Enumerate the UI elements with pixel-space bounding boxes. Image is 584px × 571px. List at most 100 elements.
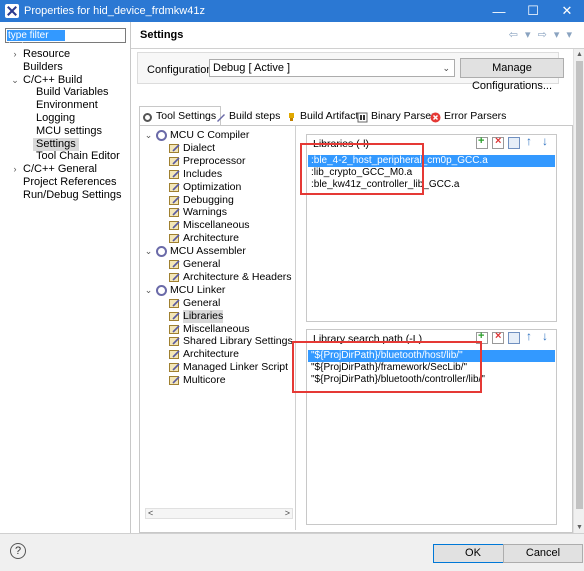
- vertical-scrollbar[interactable]: ▲ ▼: [573, 49, 584, 533]
- tool-item-debugging[interactable]: Debugging: [169, 193, 234, 207]
- tool-item-mcu-assembler[interactable]: ⌄ MCU Assembler: [145, 245, 246, 258]
- filter-input[interactable]: [6, 29, 125, 42]
- nav-item-resource[interactable]: › Resource: [14, 48, 71, 61]
- list-item[interactable]: :lib_crypto_GCC_M0.a: [308, 167, 555, 179]
- tool-option-icon: [169, 233, 181, 244]
- minimize-button[interactable]: —: [482, 0, 516, 22]
- tab-error-parsers[interactable]: Error Parsers: [428, 107, 506, 125]
- edit-icon[interactable]: [508, 332, 520, 344]
- tool-item-managed-linker-script[interactable]: Managed Linker Script: [169, 361, 288, 374]
- libraries-title: Libraries (-l): [313, 138, 370, 150]
- tool-item-label: Preprocessor: [183, 154, 246, 167]
- nav-item-mcu-settings[interactable]: MCU settings: [36, 125, 102, 138]
- tool-item-mcu-c-compiler[interactable]: ⌄ MCU C Compiler: [145, 129, 249, 142]
- tool-item-label: General: [183, 296, 221, 309]
- add-icon[interactable]: [476, 330, 488, 344]
- nav-item-c-c-general[interactable]: › C/C++ General: [14, 163, 97, 176]
- tab-bar: Tool Settings Build steps Build Artifact Bi…: [139, 106, 571, 125]
- chevron-down-icon[interactable]: ⌄: [10, 74, 20, 87]
- edit-icon[interactable]: [508, 137, 520, 149]
- tool-item-multicore[interactable]: Multicore: [169, 374, 226, 387]
- window-title: Properties for hid_device_frdmkw41z: [24, 5, 205, 17]
- help-icon[interactable]: ?: [10, 543, 26, 559]
- tool-item-warnings[interactable]: Warnings: [169, 206, 227, 219]
- chevron-right-icon[interactable]: ›: [10, 48, 20, 61]
- cancel-button[interactable]: Cancel: [503, 544, 583, 563]
- tool-item-miscellaneous[interactable]: Miscellaneous: [169, 219, 250, 232]
- nav-item-project-references[interactable]: Project References: [23, 176, 117, 189]
- configuration-select[interactable]: Debug [ Active ] ⌄: [209, 59, 455, 77]
- scroll-thumb[interactable]: [576, 61, 583, 509]
- tool-item-architecture[interactable]: Architecture: [169, 232, 240, 245]
- nav-item-environment[interactable]: Environment: [36, 99, 98, 112]
- tool-item-general[interactable]: General: [169, 296, 221, 310]
- scroll-up-icon[interactable]: ▲: [575, 51, 584, 58]
- maximize-button[interactable]: ☐: [516, 0, 550, 22]
- scroll-down-icon[interactable]: ▼: [575, 524, 584, 531]
- manage-configurations-button[interactable]: Manage Configurations...: [460, 58, 564, 92]
- tool-item-label: Includes: [183, 167, 223, 180]
- scroll-left-icon[interactable]: <: [148, 508, 153, 518]
- tool-item-includes[interactable]: Includes: [169, 167, 223, 181]
- nav-item-settings[interactable]: Settings: [33, 137, 79, 151]
- nav-item-run-debug-settings[interactable]: Run/Debug Settings: [23, 189, 121, 202]
- nav-item-build-variables[interactable]: Build Variables: [36, 86, 109, 99]
- chevron-down-icon[interactable]: ⌄: [144, 284, 153, 297]
- filter-input-box[interactable]: type filter text: [5, 28, 126, 52]
- ok-button[interactable]: OK: [433, 544, 513, 563]
- tool-item-label: Architecture: [183, 232, 240, 245]
- tool-option-icon: [169, 207, 181, 218]
- move-up-icon[interactable]: [524, 134, 536, 149]
- tab-build-steps[interactable]: Build steps: [213, 107, 280, 125]
- delete-icon[interactable]: [492, 135, 504, 149]
- horizontal-scrollbar[interactable]: < >: [145, 508, 293, 519]
- add-icon[interactable]: [476, 135, 488, 149]
- tool-option-icon: [169, 195, 181, 206]
- tab-label: Error Parsers: [444, 110, 507, 122]
- tool-item-shared-library-settings[interactable]: Shared Library Settings: [169, 335, 293, 348]
- move-down-icon[interactable]: [540, 329, 552, 344]
- history-nav-icons[interactable]: ⇦ ▾ ⇨ ▾ ▾: [509, 28, 574, 41]
- chevron-right-icon[interactable]: ›: [10, 163, 20, 176]
- nav-item-c-c-build[interactable]: ⌄ C/C++ Build: [11, 74, 82, 87]
- tool-item-optimization[interactable]: Optimization: [169, 181, 241, 194]
- left-nav-pane: type filter text › Resource Builders ⌄ C/C++…: [0, 22, 131, 533]
- chevron-down-icon[interactable]: ⌄: [144, 129, 153, 142]
- chevron-down-icon[interactable]: ⌄: [144, 245, 153, 258]
- tool-item-label: MCU Assembler: [170, 245, 246, 258]
- list-item[interactable]: "${ProjDirPath}/bluetooth/host/lib/": [308, 350, 555, 362]
- nav-item-tool-chain-editor[interactable]: Tool Chain Editor: [36, 150, 120, 163]
- gear-icon: [156, 284, 167, 296]
- close-button[interactable]: ✕: [550, 0, 584, 22]
- page-title: Settings: [140, 29, 184, 41]
- tab-build-artifact[interactable]: Build Artifact: [284, 107, 358, 125]
- tool-item-architecture-headers[interactable]: Architecture & Headers: [169, 271, 292, 284]
- tool-item-dialect[interactable]: Dialect: [169, 142, 215, 155]
- app-icon: [5, 4, 19, 18]
- move-down-icon[interactable]: [540, 134, 552, 149]
- scroll-right-icon[interactable]: >: [285, 508, 290, 518]
- list-item[interactable]: "${ProjDirPath}/bluetooth/controller/lib…: [308, 374, 555, 386]
- libraries-list: Libraries (-l) :ble_4-2_host_peripheral_…: [306, 134, 557, 322]
- tool-item-miscellaneous[interactable]: Miscellaneous: [169, 323, 250, 336]
- tool-item-libraries[interactable]: Libraries: [169, 309, 224, 323]
- tool-item-mcu-linker[interactable]: ⌄ MCU Linker: [145, 283, 226, 297]
- list-item[interactable]: :ble_kw41z_controller_lib_GCC.a: [308, 179, 555, 191]
- settings-pane: Settings ⇦ ▾ ⇨ ▾ ▾ Configuration: Debug …: [131, 22, 584, 533]
- list-item[interactable]: "${ProjDirPath}/framework/SecLib/": [308, 362, 555, 374]
- list-item[interactable]: :ble_4-2_host_peripheral_cm0p_GCC.a: [308, 155, 555, 167]
- tool-option-icon: [169, 375, 181, 386]
- tool-item-preprocessor[interactable]: Preprocessor: [169, 154, 246, 168]
- tool-option-icon: [169, 336, 181, 347]
- tool-item-general[interactable]: General: [169, 258, 220, 271]
- tool-item-architecture[interactable]: Architecture: [169, 348, 240, 361]
- error-icon: [430, 111, 441, 123]
- tab-tool-settings[interactable]: Tool Settings: [139, 106, 222, 125]
- move-up-icon[interactable]: [524, 329, 536, 344]
- tool-item-label: Debugging: [183, 193, 234, 206]
- nav-item-builders[interactable]: Builders: [23, 61, 63, 74]
- delete-icon[interactable]: [492, 330, 504, 344]
- tool-item-label: MCU Linker: [170, 283, 226, 296]
- tool-item-label: Architecture: [183, 348, 240, 361]
- nav-item-logging[interactable]: Logging: [36, 112, 75, 125]
